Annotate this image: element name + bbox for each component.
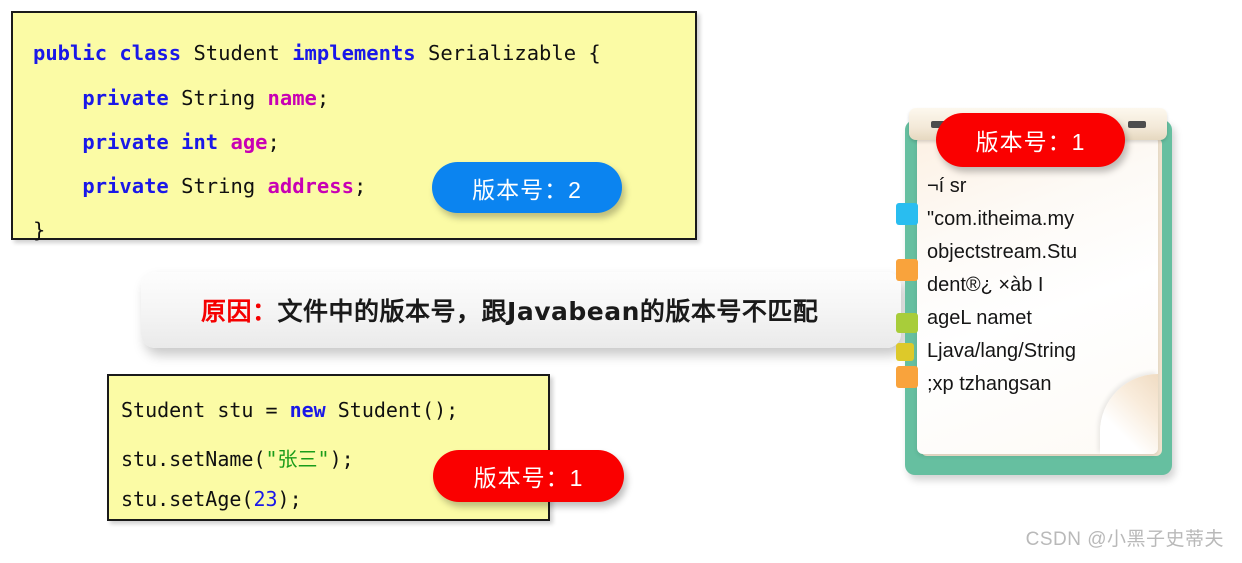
code-line: private String name; (33, 86, 329, 110)
code-token: private (82, 130, 169, 154)
code-line: Student stu = new Student(); (121, 398, 458, 422)
code-token: private (82, 174, 169, 198)
code-token: ; (353, 174, 367, 198)
reason-banner: 原因：文件中的版本号，跟Javabean的版本号不匹配 (141, 272, 901, 348)
code-token: Student (181, 41, 293, 65)
code-token: Student(); (325, 398, 459, 422)
badge-label: 版本号：1 (975, 129, 1086, 155)
badge-label: 版本号：1 (473, 465, 584, 491)
code-token: Student stu = (121, 398, 290, 422)
code-token: stu.setName( (121, 447, 266, 471)
binder-clip-right-icon (1128, 121, 1146, 128)
reason-text: 原因：文件中的版本号，跟Javabean的版本号不匹配 (201, 292, 818, 328)
code-token: private (82, 86, 169, 110)
csdn-watermark: CSDN @小黑子史蒂夫 (1025, 529, 1224, 550)
code-token: ); (277, 487, 302, 511)
code-line: stu.setName("张三"); (121, 443, 354, 472)
code-token: "张三" (265, 447, 330, 471)
notepad-tab-3[interactable] (896, 313, 918, 333)
javabean-version-badge: 版本号：2 (432, 162, 622, 213)
badge-label: 版本号：2 (472, 176, 582, 203)
code-line: } (33, 218, 45, 242)
code-token: address (267, 174, 354, 198)
code-token: String (168, 86, 268, 110)
code-token: new (289, 398, 326, 422)
code-line: private String address; (33, 174, 366, 198)
code-line: private int age; (33, 130, 280, 154)
code-token: stu.setAge( (121, 487, 254, 511)
file-version-badge: 版本号：1 (936, 113, 1125, 167)
code-token: Serializable { (415, 41, 601, 65)
code-token: String (168, 174, 268, 198)
code-token: implements (292, 41, 416, 65)
code-token: int (181, 130, 219, 154)
notepad-tab-4[interactable] (896, 343, 914, 361)
code-token: name (267, 86, 317, 110)
code-token: ; (316, 86, 330, 110)
code-line: public class Student implements Serializ… (33, 41, 601, 65)
code-token: public (33, 41, 108, 65)
code-version-badge: 版本号：1 (433, 450, 624, 502)
reason-body: 文件中的版本号，跟Javabean的版本号不匹配 (277, 297, 819, 326)
code-token: 23 (253, 487, 278, 511)
notepad-tab-2[interactable] (896, 259, 918, 281)
serialized-file-content: ¬í sr "com.itheima.my objectstream.Stu d… (927, 175, 1078, 395)
code-token: ); (329, 447, 354, 471)
code-line: stu.setAge(23); (121, 487, 302, 511)
notepad-tab-1[interactable] (896, 203, 918, 225)
notepad-tab-5[interactable] (896, 366, 918, 388)
code-token: age (230, 130, 268, 154)
code-token: ; (267, 130, 280, 154)
reason-prefix: 原因： (201, 297, 278, 326)
code-token: class (119, 41, 182, 65)
code-token: } (33, 218, 46, 242)
